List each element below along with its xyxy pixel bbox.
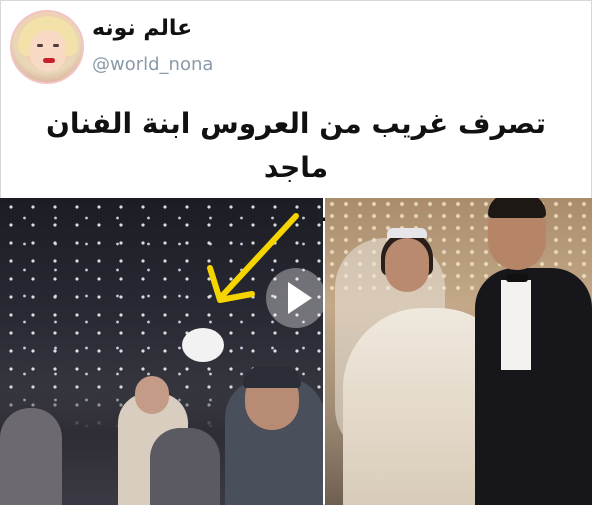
post-header: عالم نونه @world_nona <box>10 10 582 90</box>
post-text-line-1: تصرف غريب من العروس ابنة الفنان ماجد <box>45 107 547 184</box>
wedding-photo[interactable] <box>325 198 592 505</box>
tiara <box>387 228 427 238</box>
guest-figure <box>0 408 62 505</box>
bouquet <box>182 328 224 362</box>
profile-avatar[interactable] <box>10 10 84 84</box>
bride-face <box>385 238 429 292</box>
post-media <box>0 198 592 505</box>
guest-figure <box>150 428 220 505</box>
bow-tie <box>506 274 528 282</box>
groom-suit <box>475 268 592 505</box>
display-name[interactable]: عالم نونه <box>92 16 292 41</box>
account-handle[interactable]: @world_nona <box>92 54 213 75</box>
play-icon[interactable] <box>266 268 323 328</box>
video-thumbnail[interactable] <box>0 198 323 505</box>
